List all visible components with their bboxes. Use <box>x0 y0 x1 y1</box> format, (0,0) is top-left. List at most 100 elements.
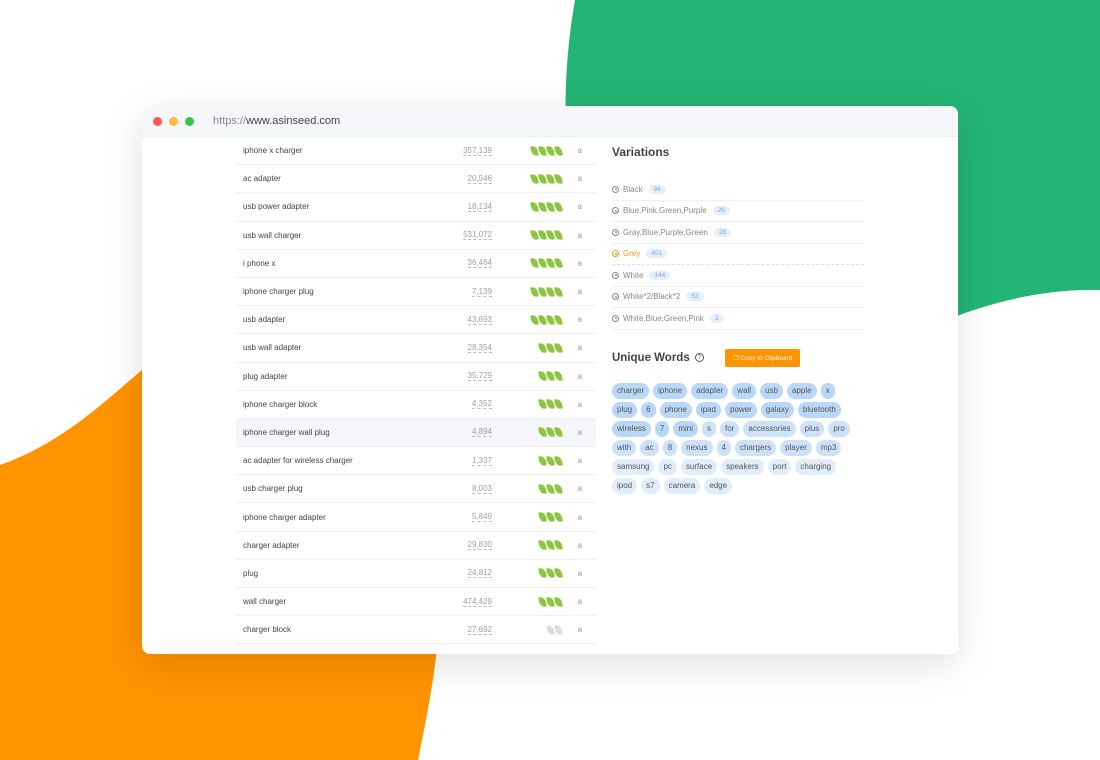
search-volume[interactable]: 29,830 <box>467 540 492 551</box>
amazon-icon[interactable]: a <box>578 400 582 409</box>
amazon-icon[interactable]: a <box>578 428 582 437</box>
word-tag[interactable]: ac <box>640 439 659 456</box>
keyword-row[interactable]: iphone charger plug 7,139 a <box>236 278 596 307</box>
word-tag[interactable]: 4 <box>716 439 731 456</box>
search-volume[interactable]: 20,546 <box>467 174 492 184</box>
word-tag[interactable]: wireless <box>612 420 651 437</box>
search-volume[interactable]: 35,729 <box>467 371 492 382</box>
word-tag[interactable]: player <box>780 439 812 456</box>
keyword-row[interactable]: iphone charger wall plug 4,894 a <box>236 418 596 448</box>
word-tag[interactable]: galaxy <box>760 401 794 418</box>
amazon-icon[interactable]: a <box>578 231 582 240</box>
word-tag[interactable]: for <box>720 420 740 437</box>
keyword-row[interactable]: ac adapter for wireless charger 1,337 a <box>236 447 596 476</box>
word-tag[interactable]: speakers <box>721 458 764 475</box>
word-tag[interactable]: wall <box>732 382 757 399</box>
amazon-icon[interactable]: a <box>578 343 582 352</box>
word-tag[interactable]: s7 <box>641 477 660 494</box>
word-tag[interactable]: power <box>724 401 757 418</box>
keyword-row[interactable]: plug 24,812 a <box>236 560 596 588</box>
word-tag[interactable]: chargers <box>734 439 777 456</box>
keyword-row[interactable]: usb wall charger 531,072 a <box>236 222 596 250</box>
search-volume[interactable]: 28,354 <box>467 343 492 353</box>
amazon-icon[interactable]: a <box>578 625 582 634</box>
search-volume[interactable]: 43,693 <box>467 315 492 325</box>
amazon-icon[interactable]: a <box>578 174 582 183</box>
word-tag[interactable]: usb <box>760 382 783 399</box>
address-bar[interactable]: https://www.asinseed.com <box>213 115 340 127</box>
amazon-icon[interactable]: a <box>578 287 582 296</box>
amazon-icon[interactable]: a <box>578 146 582 155</box>
word-tag[interactable]: pro <box>828 420 850 437</box>
variation-item[interactable]: Black 94 <box>612 179 864 201</box>
keyword-row[interactable]: iphone charger block 4,352 a <box>236 391 596 419</box>
word-tag[interactable]: 8 <box>662 439 678 456</box>
word-tag[interactable]: s <box>702 420 717 437</box>
search-volume[interactable]: 531,072 <box>463 230 492 241</box>
amazon-icon[interactable]: a <box>578 484 582 493</box>
word-tag[interactable]: plug <box>612 401 638 418</box>
keyword-row[interactable]: wall charger 474,429 a <box>236 588 596 617</box>
amazon-icon[interactable]: a <box>578 315 582 324</box>
search-volume[interactable]: 1,337 <box>471 456 492 466</box>
search-volume[interactable]: 474,429 <box>463 597 492 607</box>
copy-to-clipboard-button[interactable]: ❐ Copy to Clipboard <box>724 348 801 367</box>
close-dot-icon[interactable] <box>153 116 162 126</box>
word-tag[interactable]: 6 <box>641 401 656 418</box>
keyword-row[interactable]: usb charger plug 8,003 a <box>236 475 596 504</box>
amazon-icon[interactable]: a <box>578 513 582 522</box>
maximize-dot-icon[interactable] <box>185 116 194 126</box>
variation-item[interactable]: Blue,Pink,Green,Purple 26 <box>612 201 864 222</box>
word-tag[interactable]: accessories <box>743 420 796 437</box>
word-tag[interactable]: pc <box>658 458 677 475</box>
word-tag[interactable]: nexus <box>681 439 713 456</box>
search-volume[interactable]: 5,849 <box>471 512 492 523</box>
word-tag[interactable]: plus <box>799 420 825 437</box>
word-tag[interactable]: x <box>820 382 835 399</box>
word-tag[interactable]: mp3 <box>815 439 842 456</box>
word-tag[interactable]: ipad <box>695 401 721 418</box>
word-tag[interactable]: iphone <box>653 382 688 399</box>
amazon-icon[interactable]: a <box>578 202 582 211</box>
search-volume[interactable]: 357,139 <box>463 146 492 156</box>
amazon-icon[interactable]: a <box>578 569 582 578</box>
search-volume[interactable]: 7,139 <box>471 287 492 297</box>
word-tag[interactable]: samsung <box>612 458 655 475</box>
variation-item[interactable]: White*2/Black*2 53 <box>612 287 864 308</box>
keyword-row[interactable]: ac adapter 20,546 a <box>236 165 596 194</box>
search-volume[interactable]: 24,812 <box>467 568 492 579</box>
word-tag[interactable]: charger <box>612 382 650 399</box>
word-tag[interactable]: bluetooth <box>797 401 841 418</box>
word-tag[interactable]: port <box>767 458 792 475</box>
keyword-row[interactable]: plug adapter 35,729 a <box>236 363 596 391</box>
search-volume[interactable]: 36,464 <box>467 258 492 269</box>
keyword-row[interactable]: usb adapter 43,693 a <box>236 306 596 335</box>
amazon-icon[interactable]: a <box>578 372 582 381</box>
amazon-icon[interactable]: a <box>578 541 582 550</box>
word-tag[interactable]: mini <box>673 420 699 437</box>
word-tag[interactable]: adapter <box>691 382 729 399</box>
variation-item[interactable]: Grey 451 <box>612 244 864 265</box>
keyword-row[interactable]: usb power adapter 18,134 a <box>236 193 596 222</box>
keyword-row[interactable]: charger block 27,692 a <box>236 616 596 645</box>
word-tag[interactable]: with <box>612 439 637 456</box>
search-volume[interactable]: 4,894 <box>471 427 492 438</box>
word-tag[interactable]: 7 <box>654 420 670 437</box>
help-icon[interactable]: ? <box>694 353 704 362</box>
keyword-row[interactable]: usb wall adapter 28,354 a <box>236 334 596 363</box>
keyword-row[interactable]: i phone x 36,464 a <box>236 250 596 278</box>
minimize-dot-icon[interactable] <box>169 116 178 126</box>
amazon-icon[interactable]: a <box>578 456 582 465</box>
word-tag[interactable]: camera <box>663 477 701 494</box>
word-tag[interactable]: surface <box>680 458 718 475</box>
variation-item[interactable]: White 144 <box>612 265 864 287</box>
word-tag[interactable]: ipod <box>612 477 638 494</box>
search-volume[interactable]: 27,692 <box>467 625 492 635</box>
amazon-icon[interactable]: a <box>578 597 582 606</box>
keyword-row[interactable]: iphone charger adapter 5,849 a <box>236 503 596 532</box>
keyword-row[interactable]: charger adapter 29,830 a <box>236 532 596 560</box>
keyword-row[interactable]: iphone x charger 357,139 a <box>236 137 596 166</box>
variation-item[interactable]: White,Blue,Green,Pink 2 <box>612 308 864 330</box>
search-volume[interactable]: 18,134 <box>467 202 492 212</box>
word-tag[interactable]: phone <box>659 401 692 418</box>
